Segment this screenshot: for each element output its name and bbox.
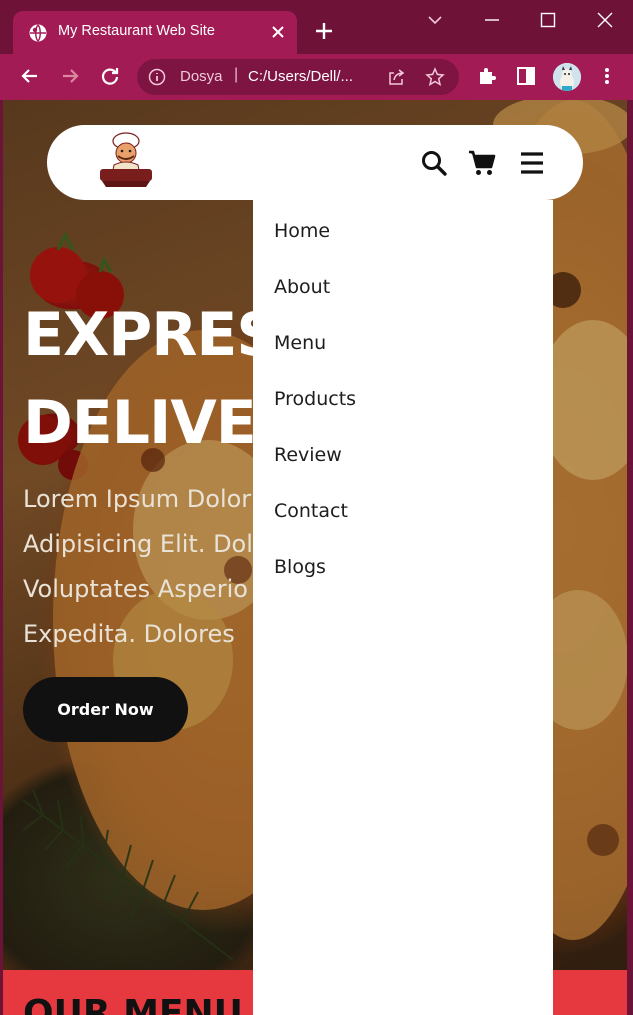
nav-menu-panel: Home About Menu Products Review Contact … bbox=[253, 200, 553, 1015]
maximize-icon[interactable] bbox=[538, 10, 558, 30]
plus-icon[interactable] bbox=[313, 20, 335, 42]
nav-item-review[interactable]: Review bbox=[274, 444, 342, 466]
address-bar[interactable]: Dosya | C:/Users/Dell/... bbox=[137, 59, 459, 95]
tab-title: My Restaurant Web Site bbox=[58, 23, 215, 39]
url-scheme-label: Dosya bbox=[180, 68, 223, 85]
chefs-place-logo[interactable] bbox=[96, 131, 156, 191]
url-text[interactable]: C:/Users/Dell/... bbox=[248, 68, 353, 85]
nav-item-blogs[interactable]: Blogs bbox=[274, 556, 326, 578]
nav-item-contact[interactable]: Contact bbox=[274, 500, 348, 522]
nav-item-about[interactable]: About bbox=[274, 276, 330, 298]
close-icon[interactable] bbox=[269, 23, 287, 41]
nav-item-products[interactable]: Products bbox=[274, 388, 356, 410]
browser-toolbar: Dosya | C:/Users/Dell/... bbox=[0, 54, 633, 100]
extensions-icon[interactable] bbox=[476, 65, 498, 87]
site-header bbox=[47, 125, 583, 200]
reload-icon[interactable] bbox=[99, 65, 121, 87]
window-close-icon[interactable] bbox=[595, 10, 615, 30]
search-icon[interactable] bbox=[420, 149, 448, 177]
nav-item-menu[interactable]: Menu bbox=[274, 332, 326, 354]
chevron-down-icon[interactable] bbox=[425, 10, 445, 30]
order-now-button[interactable]: Order Now bbox=[23, 677, 188, 742]
section-title: OUR MENU bbox=[23, 993, 243, 1015]
globe-icon bbox=[29, 24, 47, 42]
info-icon[interactable] bbox=[148, 68, 166, 86]
side-panel-icon[interactable] bbox=[515, 65, 537, 87]
hero-text-line-3: Voluptates Asperio bbox=[23, 575, 248, 603]
url-separator: | bbox=[234, 66, 239, 83]
minimize-icon[interactable] bbox=[482, 10, 502, 30]
page-viewport: EXPRESS DELIVERY Lorem Ipsum Dolor Adipi… bbox=[3, 100, 627, 1015]
avatar[interactable] bbox=[553, 63, 581, 91]
hero-text-line-4: Expedita. Dolores bbox=[23, 620, 235, 648]
hero-text-line-1: Lorem Ipsum Dolor bbox=[23, 485, 252, 513]
kebab-menu-icon[interactable] bbox=[596, 65, 618, 87]
star-icon[interactable] bbox=[425, 67, 445, 87]
share-icon[interactable] bbox=[386, 67, 406, 87]
nav-item-home[interactable]: Home bbox=[274, 220, 330, 242]
browser-tabstrip: My Restaurant Web Site bbox=[0, 0, 633, 54]
hamburger-icon[interactable] bbox=[518, 149, 546, 177]
forward-icon[interactable] bbox=[59, 65, 81, 87]
cart-icon[interactable] bbox=[468, 149, 496, 177]
back-icon[interactable] bbox=[19, 65, 41, 87]
profile-picture-icon bbox=[553, 63, 581, 91]
hero-text-line-2: Adipisicing Elit. Dol bbox=[23, 530, 253, 558]
browser-tab[interactable]: My Restaurant Web Site bbox=[13, 11, 297, 54]
